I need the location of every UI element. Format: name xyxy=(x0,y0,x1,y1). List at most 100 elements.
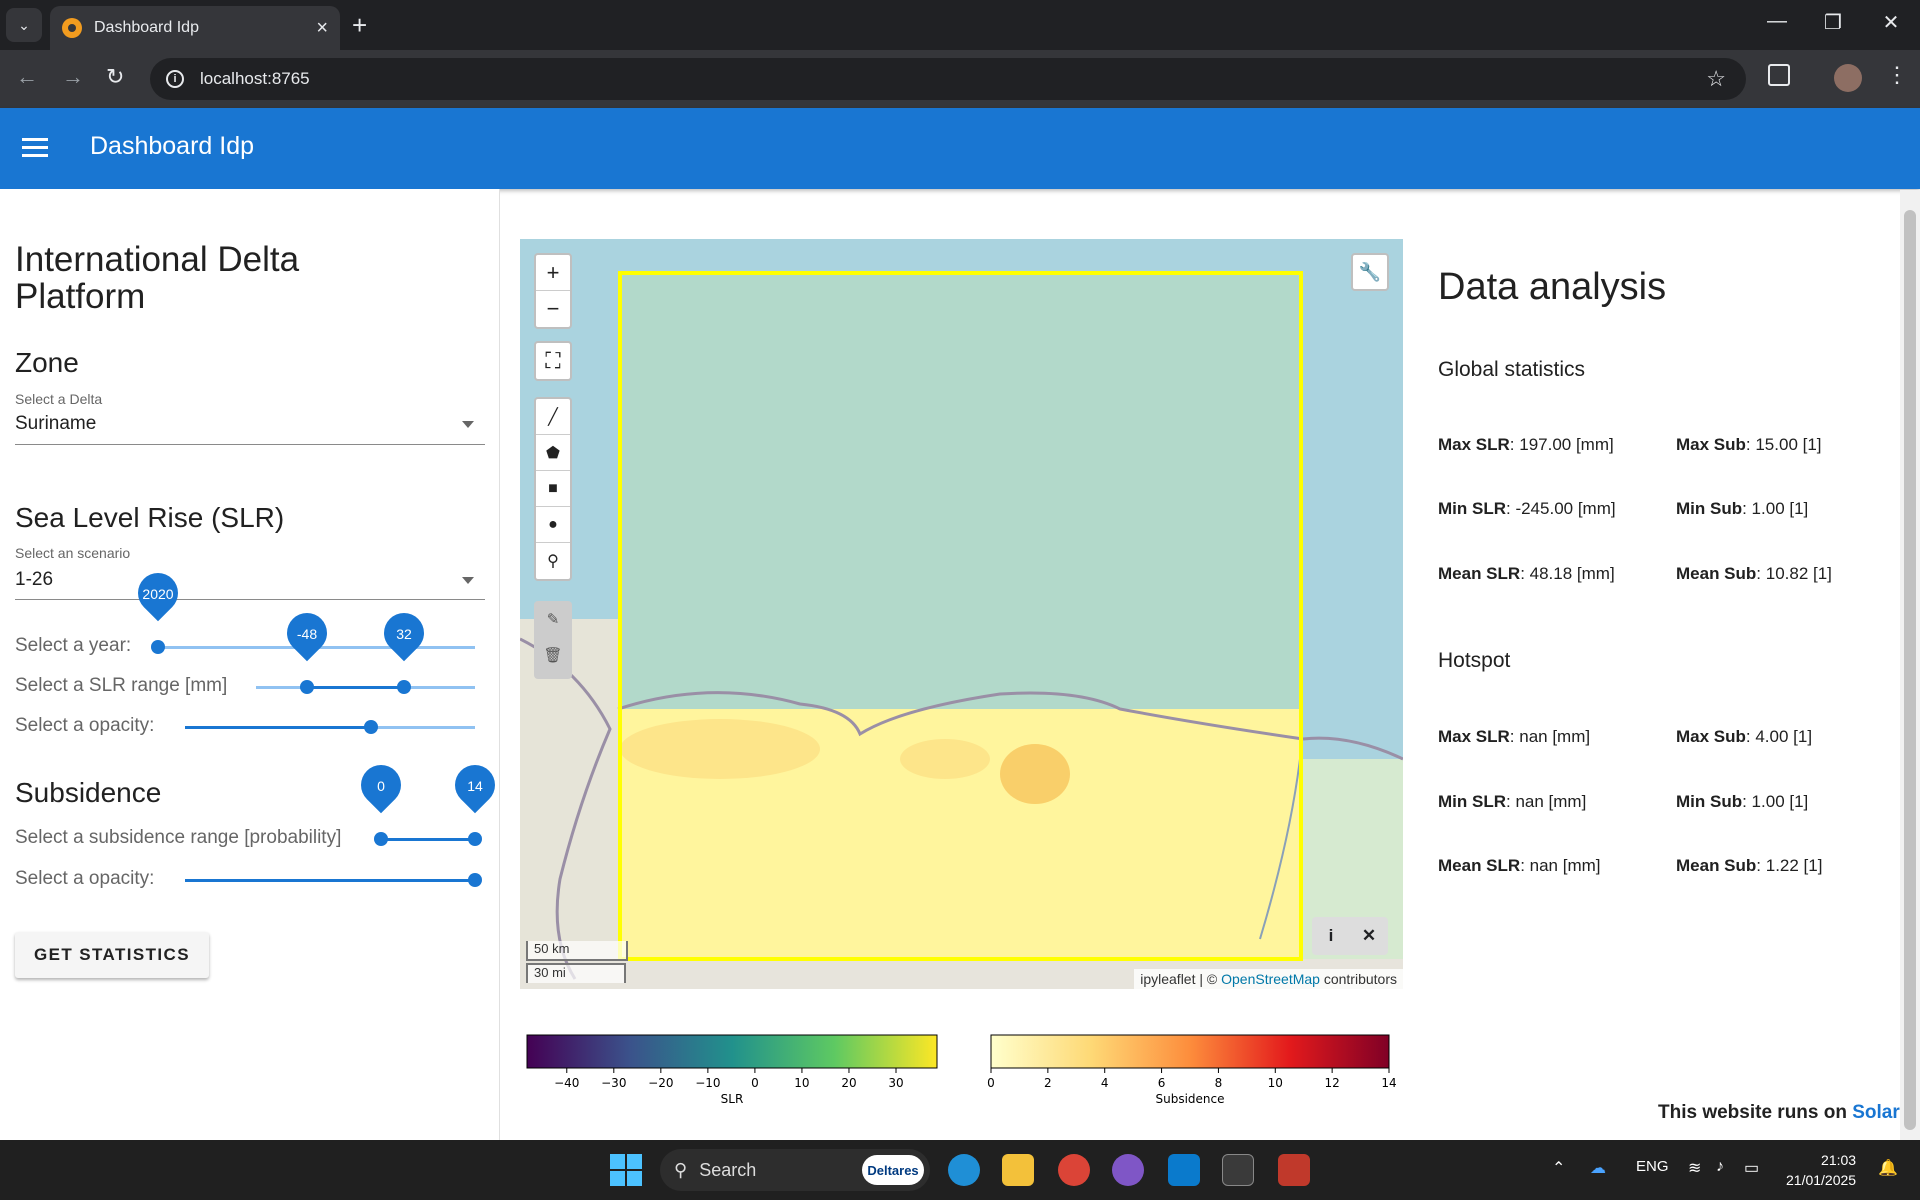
subsidence-opacity-thumb[interactable] xyxy=(468,873,482,887)
taskbar-search[interactable]: ⚲ Search Deltares xyxy=(660,1149,930,1191)
edge-icon[interactable] xyxy=(948,1154,980,1186)
info-icon[interactable]: i xyxy=(1312,917,1350,955)
wrench-icon[interactable]: 🔧 xyxy=(1351,253,1389,291)
year-slider-thumb[interactable] xyxy=(151,640,165,654)
slr-colorbar: −40 −30 −20 −10 0 10 20 30 SLR xyxy=(526,1034,938,1106)
subsidence-range-min-value: 0 xyxy=(377,778,385,794)
sidebar: International Delta Platform Zone Select… xyxy=(0,189,504,1140)
tray-overflow-icon[interactable]: ⌃ xyxy=(1552,1158,1565,1178)
slr-tick-label: −10 xyxy=(695,1076,720,1090)
subsidence-range-min-thumb[interactable] xyxy=(374,832,388,846)
minimize-icon[interactable]: — xyxy=(1762,10,1792,33)
attribution-suffix: contributors xyxy=(1323,971,1397,987)
browser-tab[interactable]: Dashboard Idp × xyxy=(50,6,340,50)
draw-marker-icon[interactable]: ⚲ xyxy=(536,543,570,579)
chrome-icon[interactable] xyxy=(1058,1154,1090,1186)
fullscreen-icon[interactable]: ⛶ xyxy=(536,343,570,379)
subsidence-tick-label: 0 xyxy=(987,1076,995,1090)
slr-tick-label: −40 xyxy=(554,1076,579,1090)
slr-range-max-value: 32 xyxy=(396,626,412,642)
subsidence-range-fill xyxy=(381,838,475,841)
hotspot-min-sub: Min Sub: 1.00 [1] xyxy=(1676,792,1809,811)
draw-polygon-icon[interactable]: ⬟ xyxy=(536,435,570,471)
browser-menu-icon[interactable]: ⋮ xyxy=(1886,62,1908,88)
map-info-controls: i ✕ xyxy=(1312,917,1388,955)
slr-range-min-value: -48 xyxy=(296,626,318,642)
windows-start-icon[interactable] xyxy=(610,1154,642,1186)
app-title: Dashboard Idp xyxy=(90,132,255,160)
hotspot-max-slr: Max SLR: nan [mm] xyxy=(1438,727,1591,746)
global-min-sub: Min Sub: 1.00 [1] xyxy=(1676,499,1809,518)
zone-heading: Zone xyxy=(15,347,79,378)
app-bar: Dashboard Idp xyxy=(0,108,1920,189)
slr-range-max-thumb[interactable] xyxy=(397,680,411,694)
slr-tick-label: −30 xyxy=(601,1076,626,1090)
slr-range-min-thumb[interactable] xyxy=(300,680,314,694)
slr-tick-label: 20 xyxy=(841,1076,856,1090)
delete-layers-icon[interactable]: 🗑 xyxy=(534,637,572,673)
zoom-out-icon[interactable]: − xyxy=(536,291,570,327)
slr-tick-label: 30 xyxy=(888,1076,903,1090)
new-tab-icon[interactable]: + xyxy=(352,10,367,41)
get-statistics-button[interactable]: GET STATISTICS xyxy=(15,932,209,978)
file-explorer-icon[interactable] xyxy=(1002,1154,1034,1186)
scenario-select-label: Select an scenario xyxy=(15,545,131,561)
bookmark-star-icon[interactable]: ☆ xyxy=(1706,66,1726,92)
address-bar[interactable]: i localhost:8765 ☆ xyxy=(150,58,1746,100)
restore-icon[interactable]: ❐ xyxy=(1818,10,1848,35)
battery-icon[interactable]: ▭ xyxy=(1744,1158,1759,1178)
tab-close-icon[interactable]: × xyxy=(316,17,328,40)
window-close-icon[interactable]: ✕ xyxy=(1876,10,1906,35)
language-indicator[interactable]: ENG xyxy=(1636,1158,1669,1175)
terminal-icon[interactable] xyxy=(1222,1154,1254,1186)
area-of-interest-rectangle[interactable] xyxy=(618,271,1303,961)
wifi-icon[interactable]: ≋ xyxy=(1688,1158,1701,1178)
hamburger-menu-icon[interactable] xyxy=(22,138,48,158)
slr-opacity-thumb[interactable] xyxy=(363,720,378,734)
site-info-icon[interactable]: i xyxy=(166,70,184,88)
scrollbar-thumb[interactable] xyxy=(1904,210,1916,1130)
vscode-icon[interactable] xyxy=(1168,1154,1200,1186)
hotspot-mean-slr: Mean SLR: nan [mm] xyxy=(1438,856,1601,875)
chevron-down-icon[interactable] xyxy=(462,421,474,428)
slr-opacity-label: Select a opacity: xyxy=(15,715,155,736)
reload-icon[interactable]: ↻ xyxy=(106,64,124,90)
map[interactable]: + − ⛶ ╱ ⬟ ■ ● ⚲ ✎ 🗑 🔧 i ✕ 50 km 30 mi ip… xyxy=(520,239,1403,989)
search-icon: ⚲ xyxy=(674,1159,688,1180)
platform-title: International Delta Platform xyxy=(15,240,300,316)
slr-range-label: Select a SLR range [mm] xyxy=(15,675,228,696)
slr-tick-label: −20 xyxy=(648,1076,673,1090)
extensions-icon[interactable] xyxy=(1768,64,1790,86)
profile-avatar[interactable] xyxy=(1834,64,1862,92)
snipping-tool-icon[interactable] xyxy=(1278,1154,1310,1186)
subsidence-tick-label: 10 xyxy=(1268,1076,1283,1090)
chevron-down-icon[interactable] xyxy=(462,577,474,584)
browser-toolbar: ← → ↻ i localhost:8765 ☆ ⋮ xyxy=(0,50,1920,108)
onedrive-icon[interactable]: ☁ xyxy=(1590,1158,1606,1178)
subsidence-range-max-thumb[interactable] xyxy=(468,832,482,846)
subsidence-tick-label: 4 xyxy=(1101,1076,1109,1090)
hotspot-min-slr: Min SLR: nan [mm] xyxy=(1438,792,1587,811)
draw-rectangle-icon[interactable]: ■ xyxy=(536,471,570,507)
forward-icon[interactable]: → xyxy=(62,64,84,90)
global-statistics-heading: Global statistics xyxy=(1438,358,1586,381)
taskbar-clock[interactable]: 21:03 21/01/2025 xyxy=(1786,1150,1856,1190)
browser-tab-bar: ⌄ Dashboard Idp × + — ❐ ✕ xyxy=(0,0,1920,50)
github-icon[interactable] xyxy=(1112,1154,1144,1186)
draw-polyline-icon[interactable]: ╱ xyxy=(536,399,570,435)
tab-search-chevron-icon[interactable]: ⌄ xyxy=(6,8,42,42)
page-scrollbar[interactable] xyxy=(1900,190,1920,1140)
zoom-control: + − xyxy=(534,253,572,329)
volume-icon[interactable]: ♪ xyxy=(1716,1158,1724,1176)
back-icon[interactable]: ← xyxy=(16,64,38,90)
subsidence-colorbar: 0 2 4 6 8 10 12 14 Subsidence xyxy=(987,1034,1397,1106)
notification-bell-icon[interactable]: 🔔 xyxy=(1878,1158,1898,1178)
draw-circle-icon[interactable]: ● xyxy=(536,507,570,543)
delta-select-label: Select a Delta xyxy=(15,391,103,407)
openstreetmap-link[interactable]: OpenStreetMap xyxy=(1221,971,1320,987)
edit-layers-icon[interactable]: ✎ xyxy=(534,601,572,637)
close-icon[interactable]: ✕ xyxy=(1350,917,1388,955)
zoom-in-icon[interactable]: + xyxy=(536,255,570,291)
draw-toolbar: ╱ ⬟ ■ ● ⚲ xyxy=(534,397,572,581)
subsidence-tick-label: 6 xyxy=(1158,1076,1166,1090)
